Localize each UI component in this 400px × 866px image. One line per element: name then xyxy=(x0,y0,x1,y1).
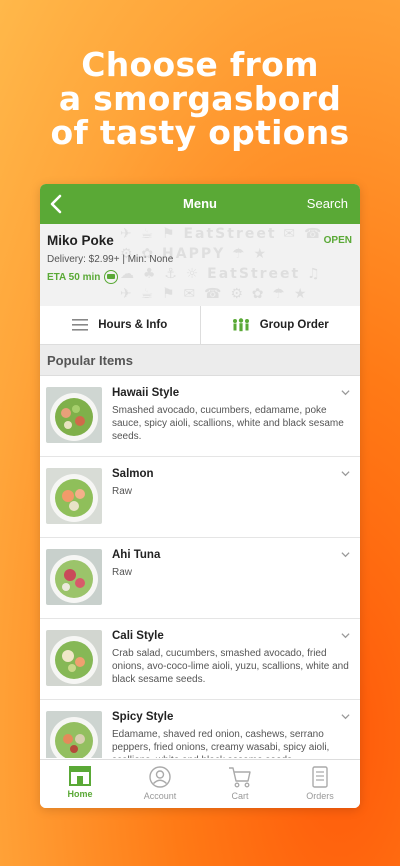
menu-item[interactable]: Ahi Tuna Raw xyxy=(40,538,360,619)
section-header: Popular Items xyxy=(40,345,360,376)
chevron-down-icon[interactable] xyxy=(341,388,350,397)
dish-thumbnail xyxy=(46,468,102,524)
promo-headline: Choose from a smorgasbord of tasty optio… xyxy=(0,48,400,150)
menu-item[interactable]: Salmon Raw xyxy=(40,457,360,538)
tab-label: Cart xyxy=(231,791,249,801)
group-order-label: Group Order xyxy=(259,319,329,331)
restaurant-background-pattern: ✈ ☕ ⚑ EatStreet ✉ ☎ ⚙ ✿ HAPPY ☂ ★ ☁ ♣ ⚓ … xyxy=(120,226,324,302)
dish-thumbnail xyxy=(46,630,102,686)
item-description: Raw xyxy=(112,486,133,497)
tab-cart[interactable]: Cart xyxy=(200,760,280,808)
item-description: Smashed avocado, cucumbers, edamame, pok… xyxy=(112,405,344,442)
section-title: Popular Items xyxy=(47,353,133,368)
tab-label: Orders xyxy=(306,791,334,801)
group-icon xyxy=(232,318,249,332)
hours-info-label: Hours & Info xyxy=(98,319,168,331)
tab-label: Account xyxy=(143,791,177,801)
status-badge: OPEN xyxy=(323,235,352,246)
receipt-icon xyxy=(312,766,328,788)
tab-account[interactable]: Account xyxy=(120,760,200,808)
bottom-tab-bar: Home Account Cart Orders xyxy=(40,759,360,808)
car-icon xyxy=(104,270,119,284)
chevron-down-icon[interactable] xyxy=(341,469,350,478)
action-buttons: Hours & Info Group Order xyxy=(40,306,360,345)
dish-thumbnail xyxy=(46,711,102,758)
user-icon xyxy=(149,766,171,788)
tab-orders[interactable]: Orders xyxy=(280,760,360,808)
menu-list: Hawaii Style Smashed avocado, cucumbers,… xyxy=(40,376,360,758)
tab-home[interactable]: Home xyxy=(40,760,120,808)
chevron-down-icon[interactable] xyxy=(341,712,350,721)
tab-label: Home xyxy=(67,789,93,799)
delivery-info: Delivery: $2.99+ | Min: None xyxy=(47,254,174,265)
dish-thumbnail xyxy=(46,549,102,605)
headline-line-3: of tasty options xyxy=(50,113,350,152)
storefront-icon xyxy=(69,766,91,786)
eta-text: ETA 50 min xyxy=(47,271,101,283)
chevron-down-icon[interactable] xyxy=(341,550,350,559)
hours-info-button[interactable]: Hours & Info xyxy=(40,306,200,344)
nav-bar: Menu Search xyxy=(40,184,360,224)
restaurant-name: Miko Poke xyxy=(47,233,114,248)
search-button[interactable]: Search xyxy=(307,196,348,211)
menu-item[interactable]: Spicy Style Edamame, shaved red onion, c… xyxy=(40,700,360,758)
chevron-down-icon[interactable] xyxy=(341,631,350,640)
menu-item[interactable]: Cali Style Crab salad, cucumbers, smashe… xyxy=(40,619,360,700)
item-description: Edamame, shaved red onion, cashews, serr… xyxy=(112,729,330,758)
item-description: Raw xyxy=(112,567,133,578)
eta: ETA 50 min xyxy=(47,270,119,284)
item-name: Spicy Style xyxy=(112,711,174,723)
item-description: Crab salad, cucumbers, smashed avocado, … xyxy=(112,648,349,685)
cart-icon xyxy=(229,767,251,788)
menu-item[interactable]: Hawaii Style Smashed avocado, cucumbers,… xyxy=(40,376,360,457)
headline-line-1: Choose from xyxy=(81,45,319,84)
item-name: Cali Style xyxy=(112,630,164,642)
item-name: Ahi Tuna xyxy=(112,549,161,561)
item-name: Hawaii Style xyxy=(112,387,180,399)
headline-line-2: a smorgasbord xyxy=(58,79,342,118)
app-screen: Menu Search ✈ ☕ ⚑ EatStreet ✉ ☎ ⚙ ✿ HAPP… xyxy=(40,184,360,808)
list-icon xyxy=(72,319,89,331)
dish-thumbnail xyxy=(46,387,102,443)
group-order-button[interactable]: Group Order xyxy=(199,306,361,344)
item-name: Salmon xyxy=(112,468,154,480)
